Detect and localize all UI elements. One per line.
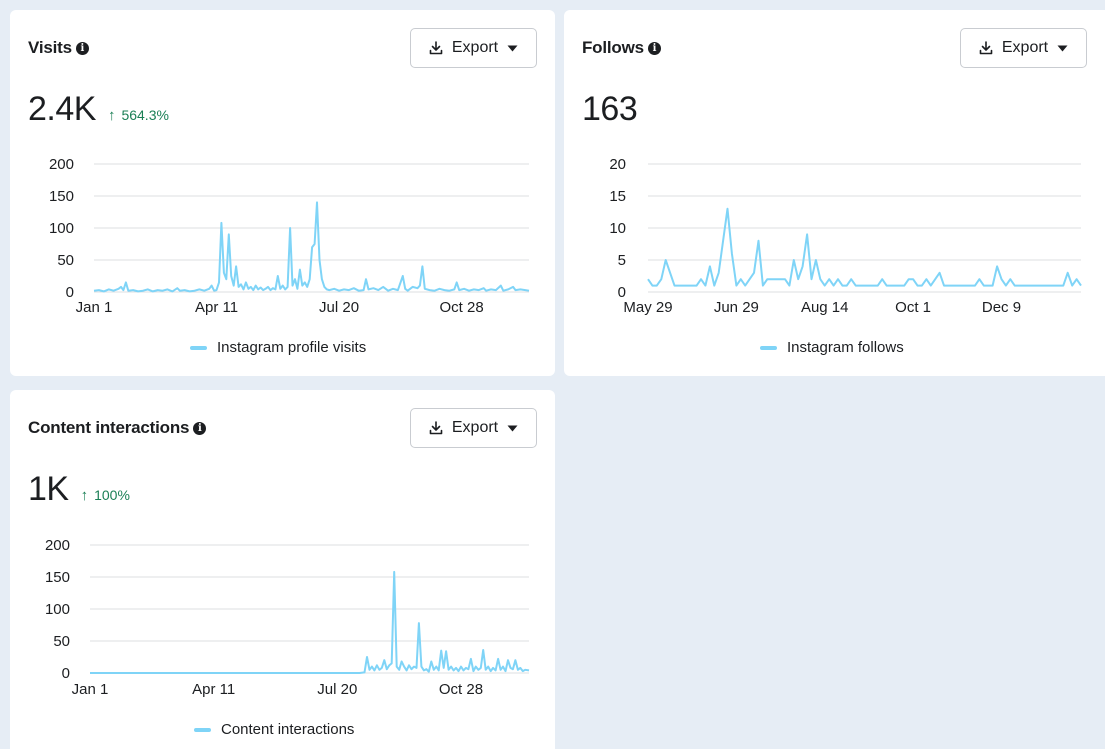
y-tick-label: 200 <box>49 156 74 173</box>
follows-legend[interactable]: Instagram follows <box>760 339 904 356</box>
content-interactions-card: Content interactions i Export 1K ↑ 100% … <box>10 390 555 749</box>
visits-chart: 0 50 100 150 200 Jan 1 Apr 11 Jul 20 Oct 28 <box>49 156 530 316</box>
x-tick-label: May 29 <box>623 299 672 316</box>
legend-swatch <box>190 345 207 350</box>
y-tick-label: 150 <box>49 188 74 205</box>
x-tick-label: Jun 29 <box>714 299 759 316</box>
x-tick-label: Apr 11 <box>192 681 235 698</box>
visits-legend-label: Instagram profile visits <box>217 339 367 356</box>
x-tick-label: Jul 20 <box>317 681 357 698</box>
x-tick-label: Oct 28 <box>439 681 483 698</box>
y-tick-label: 100 <box>49 220 74 237</box>
x-tick-label: Oct 28 <box>440 299 484 316</box>
y-tick-label: 100 <box>45 601 70 618</box>
x-tick-label: Dec 9 <box>982 299 1021 316</box>
visits-legend[interactable]: Instagram profile visits <box>190 339 366 356</box>
content-interactions-chart: 0 50 100 150 200 Jan 1 Apr 11 Jul 20 Oct 28 <box>45 537 530 698</box>
legend-swatch <box>760 345 777 350</box>
x-tick-label: Jan 1 <box>76 299 113 316</box>
y-tick-label: 15 <box>609 188 626 205</box>
x-tick-label: Apr 11 <box>195 299 238 316</box>
legend-swatch <box>194 727 211 732</box>
follows-card: Follows i Export 163 0 5 10 15 20 May 29 Jun 2… <box>564 10 1105 376</box>
follows-legend-label: Instagram follows <box>787 339 904 356</box>
x-tick-label: Jan 1 <box>72 681 109 698</box>
series-line <box>93 201 530 293</box>
y-tick-label: 5 <box>618 252 626 269</box>
y-tick-label: 200 <box>45 537 70 554</box>
content-interactions-legend[interactable]: Content interactions <box>194 721 354 738</box>
y-tick-label: 20 <box>609 156 626 173</box>
series-line <box>647 207 1082 287</box>
x-tick-label: Jul 20 <box>319 299 359 316</box>
y-tick-label: 10 <box>609 220 626 237</box>
y-tick-label: 150 <box>45 569 70 586</box>
y-tick-label: 0 <box>66 284 74 301</box>
y-tick-label: 0 <box>62 665 70 682</box>
visits-card: Visits i Export 2.4K ↑ 564.3% 0 50 100 150 2… <box>10 10 555 376</box>
y-tick-label: 50 <box>57 252 74 269</box>
x-tick-label: Oct 1 <box>895 299 931 316</box>
follows-chart: 05101520May 29 Jun 29 Aug 14 Oct 1 Dec 9 <box>609 156 1082 316</box>
y-tick-label: 50 <box>53 633 70 650</box>
x-tick-label: Aug 14 <box>801 299 849 316</box>
content-interactions-legend-label: Content interactions <box>221 721 355 738</box>
series-line <box>90 570 530 674</box>
